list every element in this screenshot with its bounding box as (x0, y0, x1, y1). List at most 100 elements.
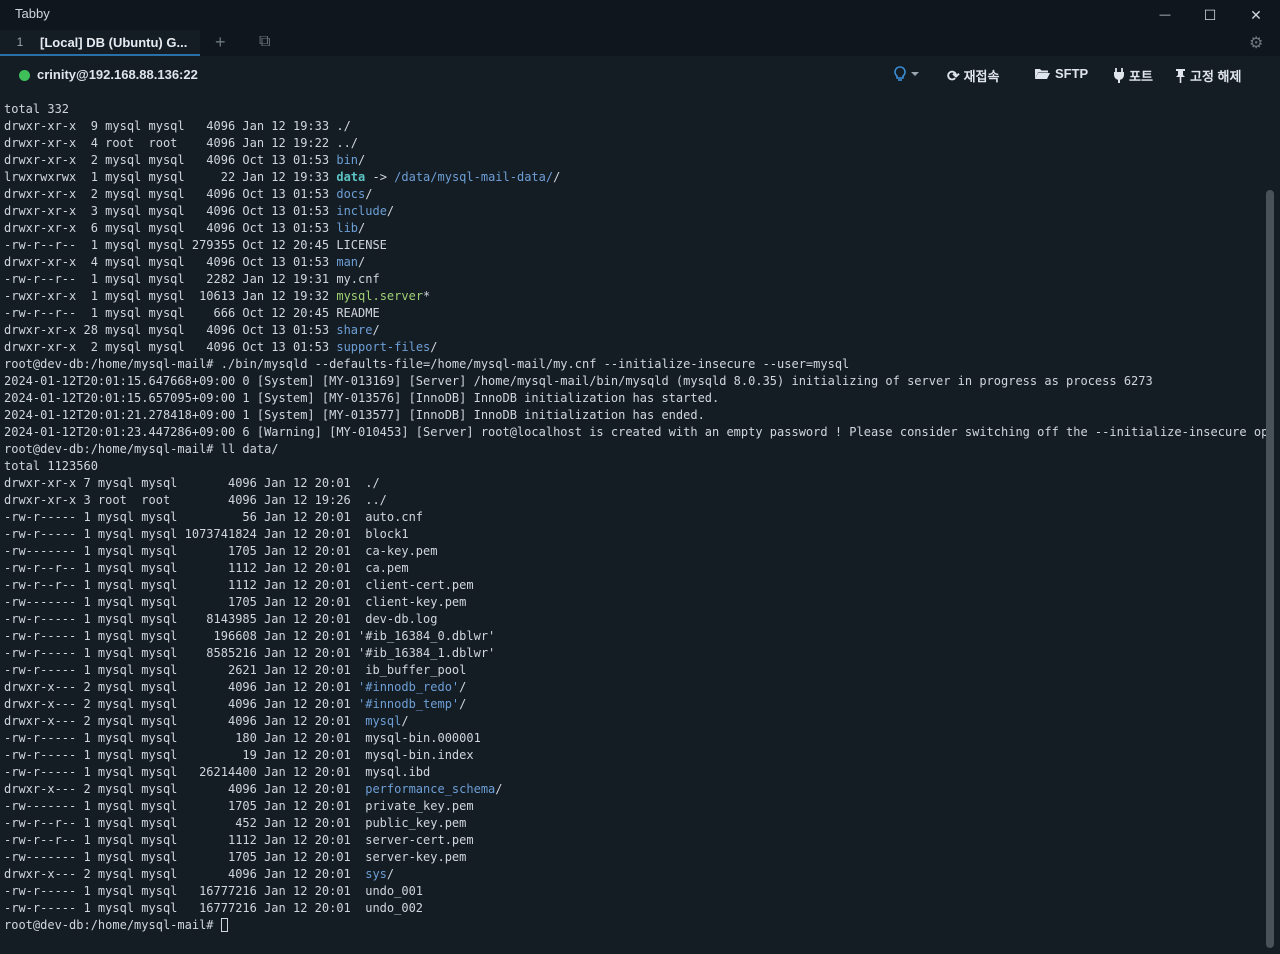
unpin-button[interactable]: 고정 해제 (1175, 66, 1241, 85)
terminal-line: -rw-r--r-- 1 mysql mysql 1112 Jan 12 20:… (4, 560, 1266, 577)
directory-name: support-files (336, 340, 431, 354)
terminal-text: -rw-r--r-- 1 mysql mysql 1112 Jan 12 20:… (4, 578, 474, 592)
terminal-text: / (358, 221, 366, 235)
terminal-line: 2024-01-12T20:01:15.657095+09:00 1 [Syst… (4, 390, 1266, 407)
terminal-text: drwxr-xr-x 2 mysql mysql 4096 Oct 13 01:… (4, 187, 337, 201)
bulb-icon (894, 66, 906, 81)
terminal-line: -rw-r----- 1 mysql mysql 1073741824 Jan … (4, 526, 1266, 543)
port-forward-button[interactable]: 포트 (1113, 66, 1153, 85)
terminal-text: root@dev-db:/home/mysql-mail# ll data/ (4, 442, 279, 456)
directory-name: performance_schema (365, 782, 496, 796)
sftp-button[interactable]: SFTP (1034, 66, 1088, 81)
terminal-line: -rw-r--r-- 1 mysql mysql 452 Jan 12 20:0… (4, 815, 1266, 832)
settings-icon[interactable]: ⚙ (1249, 33, 1263, 53)
terminal-text: -rw-r----- 1 mysql mysql 2621 Jan 12 20:… (4, 663, 467, 677)
directory-name: sys (365, 867, 387, 881)
terminal-line: drwxr-x--- 2 mysql mysql 4096 Jan 12 20:… (4, 781, 1266, 798)
terminal-text: root@dev-db:/home/mysql-mail# (4, 918, 221, 932)
terminal-text: / (358, 255, 366, 269)
plug-icon (1114, 68, 1124, 83)
terminal-line: -rw-r----- 1 mysql mysql 8585216 Jan 12 … (4, 645, 1266, 662)
directory-name: /data/mysql-mail-data/ (394, 170, 554, 184)
tab-index: 1 (16, 35, 24, 49)
symlink-name: data (336, 170, 366, 184)
split-tab-icon[interactable]: ⧉ (259, 33, 270, 51)
minimize-button[interactable]: — (1142, 0, 1188, 30)
terminal-text: drwxr-x--- 2 mysql mysql 4096 Jan 12 20:… (4, 680, 359, 694)
terminal-text: -rw------- 1 mysql mysql 1705 Jan 12 20:… (4, 850, 467, 864)
terminal-text: -rw-r----- 1 mysql mysql 16777216 Jan 12… (4, 884, 424, 898)
reconnect-button[interactable]: ⟳ 재접속 (947, 66, 999, 85)
tab-label: [Local] DB (Ubuntu) G... (40, 34, 188, 50)
close-button[interactable]: ✕ (1233, 0, 1279, 30)
terminal-text: -rw-r--r-- 1 mysql mysql 1112 Jan 12 20:… (4, 561, 409, 575)
terminal-line: drwxr-xr-x 9 mysql mysql 4096 Jan 12 19:… (4, 118, 1266, 135)
terminal-line: drwxr-xr-x 28 mysql mysql 4096 Oct 13 01… (4, 322, 1266, 339)
directory-name: '#innodb_temp' (358, 697, 460, 711)
terminal-text: -rw-r--r-- 1 mysql mysql 279355 Oct 12 2… (4, 238, 387, 252)
directory-name: docs (336, 187, 366, 201)
terminal-line: root@dev-db:/home/mysql-mail# (4, 917, 1266, 934)
terminal-text: ./ (336, 119, 351, 133)
terminal-line: drwxr-xr-x 3 root root 4096 Jan 12 19:26… (4, 492, 1266, 509)
terminal-line: -rw-r----- 1 mysql mysql 16777216 Jan 12… (4, 900, 1266, 917)
terminal-line: drwxr-xr-x 6 mysql mysql 4096 Oct 13 01:… (4, 220, 1266, 237)
terminal-text: ../ (365, 493, 387, 507)
terminal-text: -rw-r----- 1 mysql mysql 26214400 Jan 12… (4, 765, 431, 779)
quick-connect-button[interactable] (893, 66, 919, 82)
terminal-text: -rw-r----- 1 mysql mysql 196608 Jan 12 2… (4, 629, 496, 643)
terminal-text: -rw-r--r-- 1 mysql mysql 452 Jan 12 20:0… (4, 816, 467, 830)
terminal-line: drwxr-x--- 2 mysql mysql 4096 Jan 12 20:… (4, 866, 1266, 883)
terminal-line: 2024-01-12T20:01:23.447286+09:00 6 [Warn… (4, 424, 1266, 441)
new-tab-icon[interactable]: + (215, 32, 226, 53)
terminal-line: drwxr-x--- 2 mysql mysql 4096 Jan 12 20:… (4, 679, 1266, 696)
terminal-line: drwxr-xr-x 2 mysql mysql 4096 Oct 13 01:… (4, 339, 1266, 356)
directory-name: include (336, 204, 387, 218)
terminal-text: -rw------- 1 mysql mysql 1705 Jan 12 20:… (4, 799, 474, 813)
terminal-text: / (553, 170, 561, 184)
terminal-scrollbar[interactable] (1266, 190, 1274, 948)
terminal-line: -rw-r----- 1 mysql mysql 2621 Jan 12 20:… (4, 662, 1266, 679)
tab-session[interactable]: 1 [Local] DB (Ubuntu) G... (0, 30, 200, 56)
terminal-line: -rw-r--r-- 1 mysql mysql 1112 Jan 12 20:… (4, 832, 1266, 849)
maximize-icon: ☐ (1203, 6, 1217, 23)
sftp-label: SFTP (1055, 66, 1089, 81)
terminal-line: drwxr-xr-x 4 root root 4096 Jan 12 19:22… (4, 135, 1266, 152)
terminal-line: drwxr-xr-x 2 mysql mysql 4096 Oct 13 01:… (4, 186, 1266, 203)
terminal-text: ./ (365, 476, 380, 490)
terminal-text: -rw-r----- 1 mysql mysql 8585216 Jan 12 … (4, 646, 496, 660)
terminal-line: -rw-r----- 1 mysql mysql 26214400 Jan 12… (4, 764, 1266, 781)
terminal-line: drwxr-xr-x 3 mysql mysql 4096 Oct 13 01:… (4, 203, 1266, 220)
title-bar: Tabby — ☐ ✕ (0, 0, 1280, 30)
directory-name: lib (336, 221, 359, 235)
terminal-text: / (386, 867, 395, 881)
folder-open-icon (1035, 69, 1050, 79)
session-host: crinity@192.168.88.136:22 (37, 67, 198, 82)
terminal-line: drwxr-xr-x 7 mysql mysql 4096 Jan 12 20:… (4, 475, 1266, 492)
directory-name: bin (336, 153, 359, 167)
terminal-text: drwxr-xr-x 3 root root 4096 Jan 12 19:26 (4, 493, 366, 507)
terminal-text: drwxr-x--- 2 mysql mysql 4096 Jan 12 20:… (4, 697, 359, 711)
maximize-button[interactable]: ☐ (1187, 0, 1233, 30)
terminal-line: -rw-r----- 1 mysql mysql 196608 Jan 12 2… (4, 628, 1266, 645)
terminal-text: -rw-r----- 1 mysql mysql 56 Jan 12 20:01… (4, 510, 424, 524)
close-icon: ✕ (1250, 6, 1262, 23)
terminal-line: 2024-01-12T20:01:21.278418+09:00 1 [Syst… (4, 407, 1266, 424)
terminal-text: drwxr-xr-x 9 mysql mysql 4096 Jan 12 19:… (4, 119, 337, 133)
terminal-output[interactable]: total 332 drwxr-xr-x 9 mysql mysql 4096 J… (4, 101, 1266, 951)
terminal-text: total 1123560 (4, 459, 98, 473)
terminal-line: -rw-r----- 1 mysql mysql 16777216 Jan 12… (4, 883, 1266, 900)
directory-name: '#innodb_redo' (358, 680, 460, 694)
terminal-text: drwxr-x--- 2 mysql mysql 4096 Jan 12 20:… (4, 714, 366, 728)
terminal-text: drwxr-xr-x 3 mysql mysql 4096 Oct 13 01:… (4, 204, 337, 218)
terminal-line: root@dev-db:/home/mysql-mail# ./bin/mysq… (4, 356, 1266, 373)
directory-name: mysql (365, 714, 402, 728)
refresh-icon: ⟳ (947, 67, 960, 85)
connection-status-icon (19, 70, 30, 81)
terminal-line: -rw------- 1 mysql mysql 1705 Jan 12 20:… (4, 594, 1266, 611)
terminal-text: -rw-r--r-- 1 mysql mysql 2282 Jan 12 19:… (4, 272, 380, 286)
terminal-text: ../ (336, 136, 359, 150)
terminal-line: total 1123560 (4, 458, 1266, 475)
terminal-text: -rw-r----- 1 mysql mysql 180 Jan 12 20:0… (4, 731, 481, 745)
terminal-text: * (423, 289, 431, 303)
